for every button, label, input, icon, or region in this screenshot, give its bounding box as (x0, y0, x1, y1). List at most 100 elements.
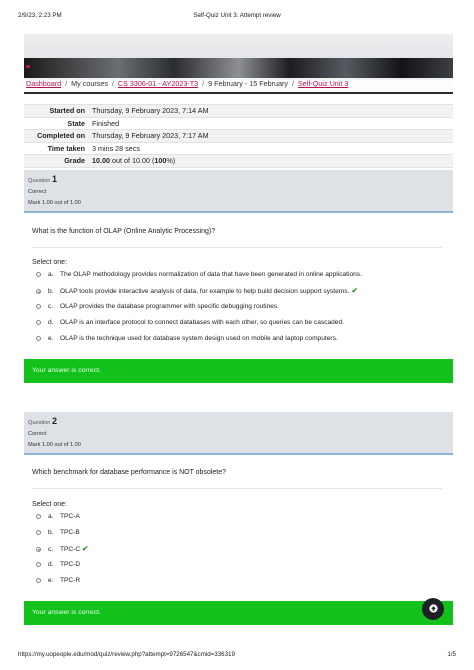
summary-value: 3 mins 28 secs (92, 143, 140, 153)
answer-option-d[interactable]: d. TPC-D (36, 561, 80, 568)
answer-option-d[interactable]: d. OLAP is an interface protocol to conn… (36, 319, 344, 326)
summary-row-state: State Finished (24, 118, 453, 130)
option-text: OLAP provides the database programmer wi… (60, 303, 280, 310)
option-letter: b. (48, 288, 54, 295)
question-mark: Mark 1.00 out of 1.00 (28, 442, 81, 448)
print-url: https://my.uopeople.edu/mod/quiz/review.… (18, 651, 235, 658)
option-text: TPC-R (60, 577, 81, 584)
option-letter: c. (48, 303, 54, 310)
breadcrumb-separator: / (292, 79, 295, 88)
option-letter: e. (48, 335, 54, 342)
summary-label: Completed on (37, 131, 85, 140)
breadcrumb-separator: / (202, 79, 205, 88)
answer-option-e[interactable]: e. OLAP is the technique used for databa… (36, 335, 338, 342)
option-letter: e. (48, 577, 54, 584)
option-text: TPC-C (60, 546, 81, 553)
print-title: Self-Quiz Unit 3: Attempt review (193, 12, 281, 19)
breadcrumb: Dashboard / My courses / CS 3306-01 - AY2023… (26, 79, 348, 88)
question-label: Question (28, 420, 51, 426)
answer-option-c[interactable]: c. TPC-C ✔ (36, 544, 89, 554)
breadcrumb-separator: / (65, 79, 68, 88)
arrow-up-icon (428, 603, 438, 613)
question-state: Correct (28, 431, 47, 437)
summary-value: Thursday, 9 February 2023, 7:14 AM (92, 106, 209, 115)
grade-out-of: out of 10.00 ( (110, 156, 155, 165)
question-text: Which benchmark for database performance… (32, 469, 227, 476)
question-number: 2 (51, 416, 57, 426)
summary-row-time-taken: Time taken 3 mins 28 secs (24, 143, 453, 155)
breadcrumb-quiz[interactable]: Self-Quiz Unit 3 (298, 79, 348, 88)
attempt-summary-table: Started on Thursday, 9 February 2023, 7:… (24, 104, 453, 168)
answer-option-b[interactable]: b. TPC-B (36, 529, 80, 536)
option-text: TPC-D (60, 561, 81, 568)
question-text: What is the function of OLAP (Online Ana… (32, 228, 216, 235)
radio-button[interactable] (36, 578, 41, 583)
grade-percent-suffix: %) (166, 156, 176, 165)
summary-row-completed: Completed on Thursday, 9 February 2023, … (24, 130, 453, 143)
breadcrumb-week[interactable]: 9 February - 15 February (208, 79, 288, 88)
summary-label: Started on (49, 106, 85, 115)
option-text: OLAP is an interface protocol to connect… (60, 319, 344, 326)
question-2-content: Which benchmark for database performance… (24, 453, 453, 601)
summary-label: State (67, 118, 85, 128)
question-state: Correct (28, 189, 47, 195)
question-number: 1 (51, 174, 57, 184)
radio-button[interactable] (36, 514, 41, 519)
print-header: 2/9/23, 2:23 PM Self-Quiz Unit 3: Attemp… (18, 12, 456, 22)
banner-bottom-edge (24, 92, 453, 94)
question-label: Question (28, 178, 51, 184)
question-mark: Mark 1.00 out of 1.00 (28, 200, 81, 206)
summary-label: Grade (64, 156, 85, 165)
answer-option-a[interactable]: a. The OLAP methodology provides normali… (36, 271, 362, 278)
summary-row-started: Started on Thursday, 9 February 2023, 7:… (24, 105, 453, 118)
print-footer: https://my.uopeople.edu/mod/quiz/review.… (18, 651, 456, 661)
question-divider (32, 488, 442, 489)
select-one-prompt: Select one: (32, 259, 68, 266)
answer-option-a[interactable]: a. TPC-A (36, 513, 80, 520)
correct-check-icon: ✔ (351, 286, 358, 295)
summary-value: Thursday, 9 February 2023, 7:17 AM (92, 131, 209, 140)
option-letter: a. (48, 513, 54, 520)
question-1-info: Question 1 Correct Mark 1.00 out of 1.00 (24, 170, 453, 211)
breadcrumb-course[interactable]: CS 3306-01 - AY2023-T3 (118, 79, 198, 88)
radio-button[interactable] (36, 304, 41, 309)
option-letter: b. (48, 529, 54, 536)
correct-check-icon: ✔ (82, 544, 89, 553)
radio-button[interactable] (36, 320, 41, 325)
breadcrumb-separator: / (111, 79, 114, 88)
grade-percent: 100 (154, 156, 167, 165)
option-letter: c. (48, 546, 54, 553)
option-text: The OLAP methodology provides normalizat… (60, 271, 362, 278)
summary-value: Finished (92, 118, 120, 128)
question-divider (32, 247, 442, 248)
radio-button-selected[interactable] (36, 289, 41, 294)
question-1-feedback: Your answer is correct. (24, 359, 453, 383)
option-letter: d. (48, 319, 54, 326)
banner-accent (26, 65, 30, 68)
radio-button[interactable] (36, 562, 41, 567)
answer-option-c[interactable]: c. OLAP provides the database programmer… (36, 303, 279, 310)
option-text: TPC-B (60, 529, 80, 536)
breadcrumb-dashboard[interactable]: Dashboard (26, 79, 61, 88)
question-1-content: What is the function of OLAP (Online Ana… (24, 211, 453, 359)
question-2-feedback: Your answer is correct. (24, 601, 453, 625)
answer-option-e[interactable]: e. TPC-R (36, 577, 80, 584)
radio-button[interactable] (36, 530, 41, 535)
select-one-prompt: Select one: (32, 501, 68, 508)
radio-button-selected[interactable] (36, 547, 41, 552)
radio-button[interactable] (36, 272, 41, 277)
answer-option-b[interactable]: b. OLAP tools provide interactive analys… (36, 286, 358, 296)
grade-score: 10.00 (92, 156, 110, 165)
option-text: TPC-A (60, 513, 80, 520)
option-text: OLAP tools provide interactive analysis … (60, 288, 350, 295)
back-to-top-button[interactable] (422, 598, 444, 620)
summary-value: 10.00 out of 10.00 (100%) (90, 155, 175, 167)
summary-row-grade: Grade 10.00 out of 10.00 (100%) (24, 155, 453, 168)
print-page-number: 1/5 (447, 651, 456, 658)
breadcrumb-my-courses[interactable]: My courses (71, 79, 108, 88)
option-letter: d. (48, 561, 54, 568)
summary-label: Time taken (47, 143, 85, 153)
option-text: OLAP is the technique used for database … (60, 335, 338, 342)
radio-button[interactable] (36, 336, 41, 341)
banner-keyboard-image (24, 58, 453, 80)
